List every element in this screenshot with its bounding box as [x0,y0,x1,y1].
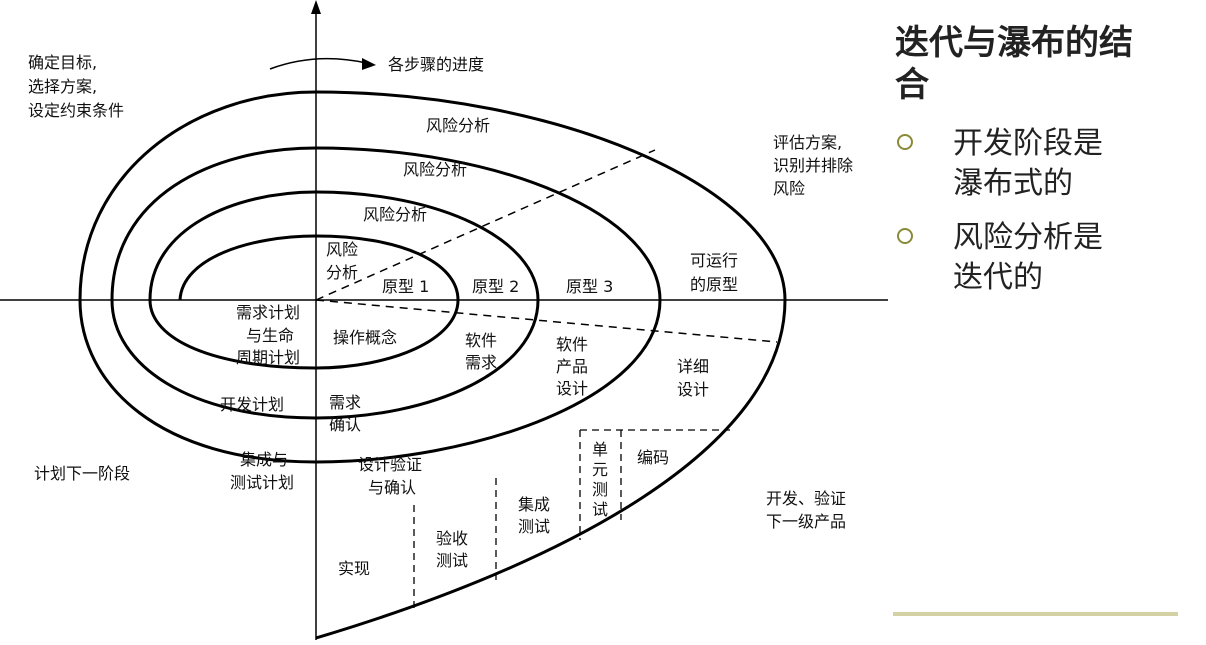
unit-test-label: 单 元 测 试 [592,440,613,519]
slide-title: 迭代与瀑布的结合 [895,23,1133,105]
slide-text-panel: 迭代与瀑布的结合 开发阶段是瀑布式的 风险分析是迭代的 [895,22,1195,312]
coding-label: 编码 [637,448,669,467]
product-design-label: 软件 产品 设计 [556,335,593,398]
bullet-list: 开发阶段是瀑布式的 风险分析是迭代的 [895,124,1195,298]
prototype-1-label: 原型 1 [382,277,429,296]
spiral-loop-2 [110,190,540,420]
implementation-label: 实现 [338,559,370,578]
circle-bullet-icon [897,228,913,244]
spiral-loop-1 [148,234,460,370]
risk-analysis-label-inner: 风险分析 [363,205,427,224]
quadrant-bottom-right-label: 开发、验证 下一级产品 [766,489,851,531]
progress-arrowhead [362,58,376,70]
bullet-text: 风险分析是迭代的 [953,220,1103,295]
progress-label: 各步骤的进度 [388,55,484,74]
risk-analysis-label-outer: 风险分析 [426,116,490,135]
quadrant-top-left-label: 确定目标, 选择方案, 设定约束条件 [28,53,124,120]
development-plan-label: 开发计划 [220,395,284,414]
quadrant-bottom-left-label: 计划下一阶段 [34,464,130,483]
acceptance-test-label: 验收 测试 [436,529,473,570]
risk-analysis-label-innermost: 风险 分析 [326,240,363,282]
progress-arrow [269,57,367,70]
software-requirements-label: 软件 需求 [465,331,502,372]
circle-bullet-icon [897,134,913,150]
concept-of-operation-label: 操作概念 [333,328,397,347]
detailed-design-label: 详细 设计 [677,357,714,399]
design-verification-label: 设计验证 与确认 [358,455,427,497]
operational-prototype-label: 可运行 的原型 [690,251,743,294]
integration-test-label: 集成 测试 [518,495,555,536]
spiral-model-diagram: 确定目标, 选择方案, 设定约束条件 各步骤的进度 评估方案, 识别并排除 风险… [0,0,888,640]
quadrant-top-right-label: 评估方案, 识别并排除 风险 [773,133,858,198]
bullet-item: 风险分析是迭代的 [895,218,1195,298]
vertical-axis-arrowhead [311,0,321,14]
risk-analysis-label-middle: 风险分析 [403,160,467,179]
bullet-text: 开发阶段是瀑布式的 [953,126,1103,201]
integration-plan-label: 集成与 测试计划 [230,450,294,492]
bullet-item: 开发阶段是瀑布式的 [895,124,1195,204]
requirements-validation-label: 需求 确认 [329,393,366,434]
prototype-2-label: 原型 2 [472,277,519,296]
prototype-3-label: 原型 3 [566,277,613,296]
footer-rule [893,612,1178,616]
requirements-plan-label: 需求计划 与生命 周期计划 [236,303,305,367]
